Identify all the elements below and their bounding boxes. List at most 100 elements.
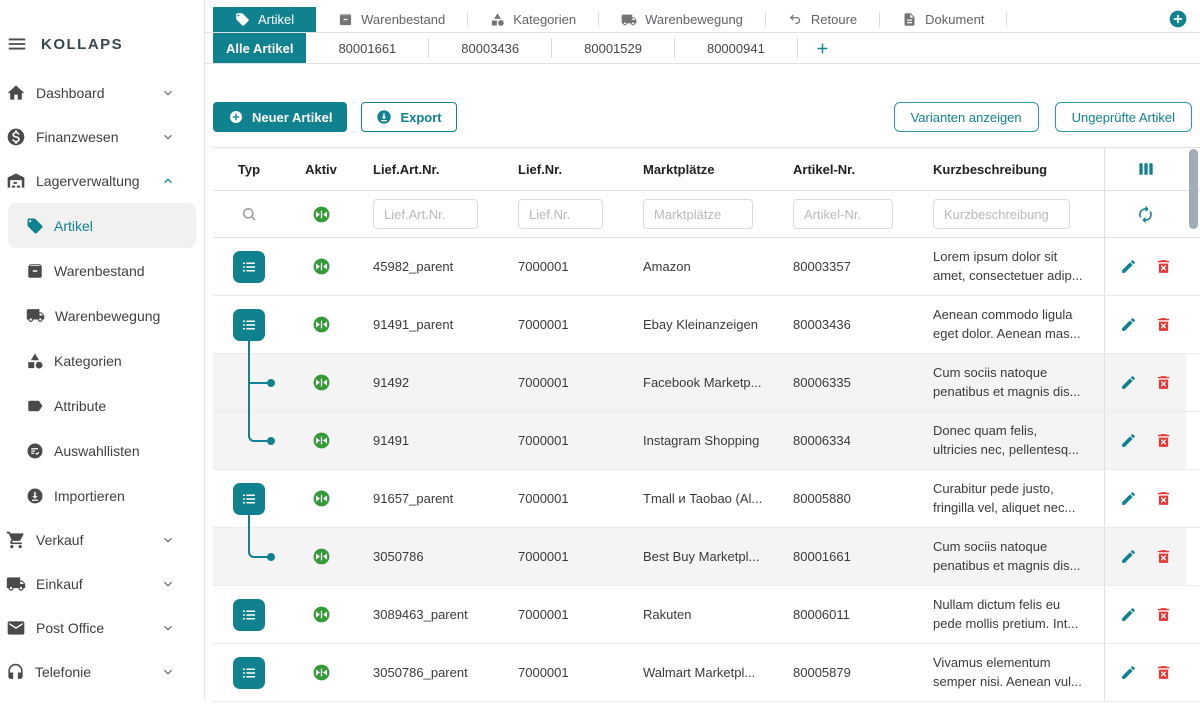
- tab-artikel[interactable]: Artikel: [213, 7, 316, 32]
- brand: KOLLAPS: [0, 0, 204, 71]
- chevron-down-icon: [160, 576, 176, 592]
- row-type-cell: [213, 528, 285, 585]
- tab-warenbestand[interactable]: Warenbestand: [316, 7, 467, 32]
- sidebar-item-importieren[interactable]: Importieren: [0, 473, 204, 518]
- scrollbar-thumb[interactable]: [1189, 149, 1198, 229]
- tab-dokument[interactable]: Dokument: [880, 7, 1006, 32]
- sidebar-item-attribute[interactable]: Attribute: [0, 383, 204, 428]
- sidebar-item-warenbewegung[interactable]: Warenbewegung: [0, 293, 204, 338]
- edit-icon[interactable]: [1120, 316, 1137, 333]
- add-tab-button[interactable]: [1168, 9, 1188, 29]
- row-type-cell: [213, 354, 285, 411]
- truck-icon: [621, 12, 637, 28]
- chevron-down-icon: [160, 129, 176, 145]
- parent-list-icon[interactable]: [233, 251, 265, 283]
- col-header-lief-art-nr: Lief.Art.Nr.: [357, 162, 502, 177]
- delete-icon[interactable]: [1155, 374, 1172, 391]
- cart-icon: [6, 530, 26, 550]
- marktplaetze-filter-input[interactable]: [643, 199, 753, 229]
- active-toggle[interactable]: [285, 354, 357, 411]
- edit-icon[interactable]: [1120, 490, 1137, 507]
- row-type-cell: [213, 296, 285, 353]
- table-filter-row: [213, 191, 1200, 238]
- chevron-down-icon: [160, 620, 176, 636]
- sidebar-item-warenbestand[interactable]: Warenbestand: [0, 248, 204, 293]
- edit-icon[interactable]: [1120, 258, 1137, 275]
- active-toggle[interactable]: [285, 644, 357, 701]
- checklist-circle-icon: [26, 442, 44, 460]
- sidebar-item-auswahllisten[interactable]: Auswahllisten: [0, 428, 204, 473]
- main-tab-bar: Artikel Warenbestand Kategorien Warenbew…: [205, 7, 1200, 33]
- columns-settings-button[interactable]: [1104, 148, 1186, 190]
- edit-icon[interactable]: [1120, 606, 1137, 623]
- active-toggle[interactable]: [285, 586, 357, 643]
- parent-list-icon[interactable]: [233, 657, 265, 689]
- chevron-down-icon: [160, 85, 176, 101]
- new-article-button[interactable]: Neuer Artikel: [213, 102, 347, 132]
- sidebar-item-finanzwesen[interactable]: Finanzwesen: [0, 115, 204, 159]
- tab-kategorien[interactable]: Kategorien: [468, 7, 598, 32]
- aktiv-filter[interactable]: [285, 191, 357, 237]
- active-toggle[interactable]: [285, 296, 357, 353]
- export-button[interactable]: Export: [361, 102, 456, 132]
- delete-icon[interactable]: [1155, 316, 1172, 333]
- refresh-button[interactable]: [1104, 191, 1186, 237]
- delete-icon[interactable]: [1155, 490, 1172, 507]
- sidebar-item-post-office[interactable]: Post Office: [0, 606, 204, 650]
- unverified-articles-button[interactable]: Ungeprüfte Artikel: [1055, 102, 1192, 132]
- tree-node-dot: [267, 437, 275, 445]
- tab-retoure[interactable]: Retoure: [766, 7, 879, 32]
- sidebar-item-einkauf[interactable]: Einkauf: [0, 562, 204, 606]
- row-type-cell: [213, 644, 285, 701]
- edit-icon[interactable]: [1120, 432, 1137, 449]
- edit-icon[interactable]: [1120, 374, 1137, 391]
- delete-icon[interactable]: [1155, 606, 1172, 623]
- active-toggle[interactable]: [285, 412, 357, 469]
- chevron-up-icon: [160, 173, 176, 189]
- active-toggle[interactable]: [285, 470, 357, 527]
- short-description: Cum sociis natoquepenatibus et magnis di…: [917, 538, 1104, 576]
- short-description: Aenean commodo ligulaeget dolor. Aenean …: [917, 306, 1104, 344]
- parent-list-icon[interactable]: [233, 483, 265, 515]
- show-variants-button[interactable]: Varianten anzeigen: [894, 102, 1039, 132]
- short-description: Cum sociis natoquepenatibus et magnis di…: [917, 364, 1104, 402]
- edit-icon[interactable]: [1120, 664, 1137, 681]
- table-row: 91491 7000001 Instagram Shopping 8000633…: [213, 412, 1200, 470]
- subtab-80003436[interactable]: 80003436: [429, 33, 551, 63]
- archive-box-icon: [338, 12, 353, 27]
- subtab-80001661[interactable]: 80001661: [306, 33, 428, 63]
- sidebar-item-dashboard[interactable]: Dashboard: [0, 71, 204, 115]
- sidebar-item-telefonie[interactable]: Telefonie: [0, 650, 204, 694]
- sidebar-item-verkauf[interactable]: Verkauf: [0, 518, 204, 562]
- parent-list-icon[interactable]: [233, 599, 265, 631]
- delete-icon[interactable]: [1155, 432, 1172, 449]
- add-circle-icon: [228, 109, 244, 125]
- kurzbeschreibung-filter-input[interactable]: [933, 199, 1070, 229]
- table-row: 91491_parent 7000001 Ebay Kleinanzeigen …: [213, 296, 1200, 354]
- delete-icon[interactable]: [1155, 548, 1172, 565]
- menu-icon[interactable]: [6, 33, 28, 55]
- tab-warenbewegung[interactable]: Warenbewegung: [599, 7, 765, 32]
- sidebar-item-kategorien[interactable]: Kategorien: [0, 338, 204, 383]
- sidebar-item-lagerverwaltung[interactable]: Lagerverwaltung: [0, 159, 204, 203]
- lief-nr-filter-input[interactable]: [518, 199, 603, 229]
- edit-icon[interactable]: [1120, 548, 1137, 565]
- subtab-80001529[interactable]: 80001529: [552, 33, 674, 63]
- active-toggle[interactable]: [285, 528, 357, 585]
- add-subtab-button[interactable]: [798, 33, 847, 63]
- short-description: Donec quam felis,ultricies nec, pellente…: [917, 422, 1104, 460]
- subtab-alle-artikel[interactable]: Alle Artikel: [213, 33, 306, 63]
- active-toggle[interactable]: [285, 238, 357, 295]
- tree-line: [248, 527, 270, 558]
- col-header-aktiv: Aktiv: [285, 162, 357, 177]
- delete-icon[interactable]: [1155, 664, 1172, 681]
- table-header-row: Typ Aktiv Lief.Art.Nr. Lief.Nr. Marktplä…: [213, 147, 1200, 191]
- delete-icon[interactable]: [1155, 258, 1172, 275]
- col-header-lief-nr: Lief.Nr.: [502, 162, 627, 177]
- table-row: 91492 7000001 Facebook Marketp... 800063…: [213, 354, 1200, 412]
- parent-list-icon[interactable]: [233, 309, 265, 341]
- artikel-nr-filter-input[interactable]: [793, 199, 893, 229]
- subtab-80000941[interactable]: 80000941: [675, 33, 797, 63]
- sidebar-item-artikel[interactable]: Artikel: [8, 203, 196, 248]
- lief-art-nr-filter-input[interactable]: [373, 199, 478, 229]
